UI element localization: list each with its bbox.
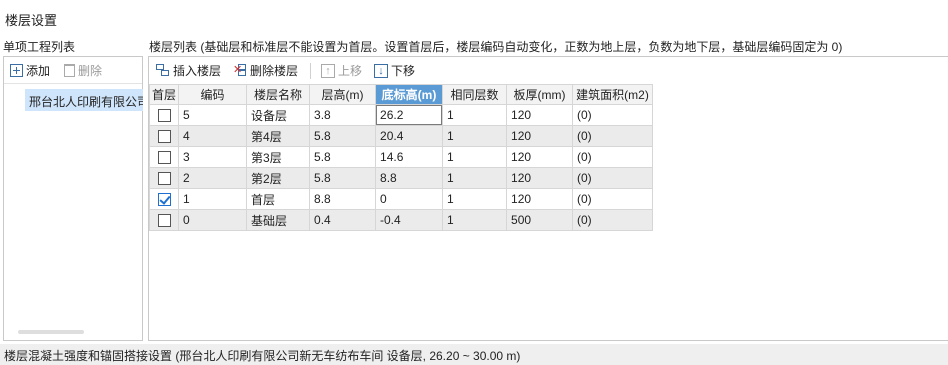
project-item[interactable]: 邢台北人印刷有限公司新无车纺布车间 — [25, 89, 143, 111]
building-area-cell[interactable]: (0) — [572, 167, 654, 189]
move-up-label: 上移 — [338, 64, 363, 78]
bottom-elevation-cell[interactable]: -0.4 — [375, 209, 444, 231]
col-header-building-area[interactable]: 建筑面积(m2) — [572, 84, 654, 105]
col-header-first-floor[interactable]: 首层 — [148, 84, 180, 105]
floor-name-cell[interactable]: 基础层 — [246, 209, 311, 231]
height-cell[interactable]: 5.8 — [309, 125, 377, 147]
same-count-cell[interactable]: 1 — [442, 125, 508, 147]
delete-floor-label: 删除楼层 — [250, 64, 299, 78]
add-project-button[interactable]: 添加 — [10, 62, 50, 79]
table-row: 4 第4层 5.8 20.4 1 120 (0) — [148, 125, 654, 147]
insert-floor-button[interactable]: 插入楼层 — [156, 62, 221, 79]
same-count-cell[interactable]: 1 — [442, 104, 508, 126]
code-cell[interactable]: 3 — [178, 146, 248, 168]
code-cell[interactable]: 1 — [178, 188, 248, 210]
col-header-floor-name[interactable]: 楼层名称 — [246, 84, 311, 105]
slab-thickness-cell[interactable]: 120 — [506, 104, 574, 126]
delete-label: 删除 — [78, 63, 103, 78]
bottom-elevation-cell[interactable]: 8.8 — [375, 167, 444, 189]
code-cell[interactable]: 4 — [178, 125, 248, 147]
same-count-cell[interactable]: 1 — [442, 209, 508, 231]
col-header-same-count[interactable]: 相同层数 — [442, 84, 508, 105]
add-label: 添加 — [26, 63, 51, 78]
delete-project-button[interactable]: 删除 — [64, 62, 102, 79]
bottom-elevation-cell[interactable]: 14.6 — [375, 146, 444, 168]
floor-name-cell[interactable]: 首层 — [246, 188, 311, 210]
slab-thickness-cell[interactable]: 120 — [506, 125, 574, 147]
floor-name-cell[interactable]: 设备层 — [246, 104, 311, 126]
table-row: 0 基础层 0.4 -0.4 1 500 (0) — [148, 209, 654, 231]
first-floor-cell[interactable] — [148, 104, 180, 126]
table-row: 3 第3层 5.8 14.6 1 120 (0) — [148, 146, 654, 168]
col-header-slab-thickness[interactable]: 板厚(mm) — [506, 84, 574, 105]
floor-name-cell[interactable]: 第4层 — [246, 125, 311, 147]
slab-thickness-cell[interactable]: 500 — [506, 209, 574, 231]
floor-toolbar: 插入楼层 ✕ 删除楼层 ↑ 上移 ↓ 下移 — [149, 57, 948, 84]
col-header-bottom-elevation[interactable]: 底标高(m) — [375, 84, 444, 105]
delete-floor-icon: ✕ — [233, 64, 247, 77]
concrete-settings-header: 楼层混凝土强度和锚固搭接设置 (邢台北人印刷有限公司新无车纺布车间 设备层, 2… — [0, 344, 948, 365]
delete-floor-button[interactable]: ✕ 删除楼层 — [233, 62, 298, 79]
slab-thickness-cell[interactable]: 120 — [506, 146, 574, 168]
height-cell[interactable]: 8.8 — [309, 188, 377, 210]
first-floor-checkbox[interactable] — [157, 130, 171, 144]
bottom-elevation-cell[interactable]: 26.2 — [375, 104, 444, 126]
building-area-cell[interactable]: (0) — [572, 104, 654, 126]
arrow-up-icon: ↑ — [321, 63, 336, 78]
code-cell[interactable]: 0 — [178, 209, 248, 231]
same-count-cell[interactable]: 1 — [442, 188, 508, 210]
col-header-height[interactable]: 层高(m) — [309, 84, 377, 105]
building-area-cell[interactable]: (0) — [572, 188, 654, 210]
first-floor-checkbox[interactable] — [157, 109, 171, 123]
slab-thickness-cell[interactable]: 120 — [506, 167, 574, 189]
floor-name-cell[interactable]: 第3层 — [246, 146, 311, 168]
table-row: 2 第2层 5.8 8.8 1 120 (0) — [148, 167, 654, 189]
floor-list-panel: 插入楼层 ✕ 删除楼层 ↑ 上移 ↓ 下移 首层 编码 楼层名称 层高(m) 底… — [148, 56, 948, 341]
code-cell[interactable]: 2 — [178, 167, 248, 189]
height-cell[interactable]: 5.8 — [309, 167, 377, 189]
add-icon — [10, 63, 23, 77]
insert-floor-label: 插入楼层 — [173, 64, 222, 78]
first-floor-checkbox[interactable] — [157, 151, 171, 165]
height-cell[interactable]: 3.8 — [309, 104, 377, 126]
bottom-elevation-cell[interactable]: 0 — [375, 188, 444, 210]
floor-name-cell[interactable]: 第2层 — [246, 167, 311, 189]
first-floor-cell[interactable] — [148, 188, 180, 210]
move-down-label: 下移 — [391, 64, 416, 78]
code-cell[interactable]: 5 — [178, 104, 248, 126]
floor-list-header: 楼层列表 (基础层和标准层不能设置为首层。设置首层后，楼层编码自动变化，正数为地… — [149, 40, 843, 54]
move-up-button[interactable]: ↑ 上移 — [321, 62, 362, 79]
first-floor-checkbox[interactable] — [157, 214, 171, 228]
floor-table: 首层 编码 楼层名称 层高(m) 底标高(m) 相同层数 板厚(mm) 建筑面积… — [148, 84, 654, 231]
same-count-cell[interactable]: 1 — [442, 167, 508, 189]
building-area-cell[interactable]: (0) — [572, 146, 654, 168]
slab-thickness-cell[interactable]: 120 — [506, 188, 574, 210]
same-count-cell[interactable]: 1 — [442, 146, 508, 168]
first-floor-cell[interactable] — [148, 146, 180, 168]
toolbar-divider — [310, 62, 312, 79]
first-floor-checkbox[interactable] — [157, 172, 171, 186]
first-floor-checkbox-checked[interactable] — [157, 193, 171, 207]
dialog-title: 楼层设置 — [0, 0, 948, 36]
first-floor-cell[interactable] — [148, 209, 180, 231]
table-row: 1 首层 8.8 0 1 120 (0) — [148, 188, 654, 210]
move-down-button[interactable]: ↓ 下移 — [374, 62, 415, 79]
building-area-cell[interactable]: (0) — [572, 125, 654, 147]
table-row: 5 设备层 3.8 26.2 1 120 (0) — [148, 104, 654, 126]
table-header-row: 首层 编码 楼层名称 层高(m) 底标高(m) 相同层数 板厚(mm) 建筑面积… — [148, 84, 654, 105]
height-cell[interactable]: 0.4 — [309, 209, 377, 231]
project-list-header: 单项工程列表 — [3, 40, 76, 54]
arrow-down-icon: ↓ — [374, 63, 389, 78]
project-list-panel: 添加 删除 邢台北人印刷有限公司新无车纺布车间 — [3, 56, 143, 341]
building-area-cell[interactable]: (0) — [572, 209, 654, 231]
first-floor-cell[interactable] — [148, 125, 180, 147]
first-floor-cell[interactable] — [148, 167, 180, 189]
project-toolbar: 添加 删除 — [4, 57, 142, 84]
col-header-code[interactable]: 编码 — [178, 84, 248, 105]
trash-icon — [64, 63, 76, 77]
height-cell[interactable]: 5.8 — [309, 146, 377, 168]
bottom-elevation-cell[interactable]: 20.4 — [375, 125, 444, 147]
insert-floor-icon — [156, 64, 170, 77]
horizontal-scrollbar[interactable] — [18, 330, 84, 334]
